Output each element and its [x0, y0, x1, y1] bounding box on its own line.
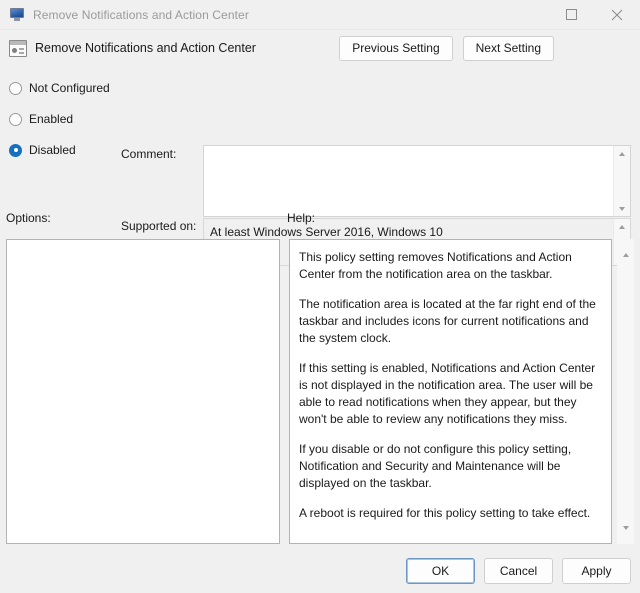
help-paragraph: This policy setting removes Notification… [299, 249, 600, 283]
radio-disabled-indicator[interactable] [9, 144, 22, 157]
supported-scroll-up-icon[interactable] [614, 219, 631, 234]
comment-scrollbar[interactable] [613, 146, 630, 216]
window-titlebar: Remove Notifications and Action Center [0, 0, 640, 30]
page-title: Remove Notifications and Action Center [35, 41, 256, 55]
radio-enabled-indicator[interactable] [9, 113, 22, 126]
close-icon [611, 9, 623, 21]
help-panel: This policy setting removes Notification… [289, 239, 612, 544]
close-button[interactable] [594, 0, 640, 30]
dialog-footer: OK Cancel Apply [0, 549, 640, 593]
radio-disabled-label: Disabled [29, 143, 76, 157]
help-scroll-down-icon[interactable] [623, 530, 629, 544]
help-paragraph: If this setting is enabled, Notification… [299, 360, 600, 428]
help-paragraph: A reboot is required for this policy set… [299, 505, 600, 522]
cancel-button[interactable]: Cancel [484, 558, 553, 584]
help-scrollbar[interactable] [617, 239, 634, 544]
policy-setting-icon [9, 40, 27, 57]
next-setting-button[interactable]: Next Setting [463, 36, 554, 61]
comment-label: Comment: [121, 147, 176, 161]
policy-header: Remove Notifications and Action Center P… [0, 30, 640, 66]
ok-button[interactable]: OK [406, 558, 475, 584]
comment-textbox[interactable] [203, 145, 631, 217]
help-paragraph: The notification area is located at the … [299, 296, 600, 347]
maximize-icon [566, 9, 577, 20]
help-label: Help: [287, 211, 315, 225]
help-paragraph: If you disable or do not configure this … [299, 441, 600, 492]
comment-input[interactable] [204, 146, 613, 216]
radio-enabled[interactable]: Enabled [9, 107, 179, 131]
radio-enabled-label: Enabled [29, 112, 73, 126]
settings-area: Not Configured Enabled Disabled Comment:… [0, 66, 640, 196]
monitor-icon [9, 7, 25, 23]
radio-not-configured-indicator[interactable] [9, 82, 22, 95]
radio-not-configured-label: Not Configured [29, 81, 110, 95]
maximize-button[interactable] [548, 0, 594, 30]
window-controls [548, 0, 640, 30]
window-title: Remove Notifications and Action Center [33, 8, 249, 22]
setting-nav-buttons: Previous Setting Next Setting [339, 36, 640, 61]
help-section: This policy setting removes Notification… [289, 239, 634, 544]
options-panel[interactable] [6, 239, 280, 544]
options-label: Options: [6, 211, 51, 225]
help-scroll-up-icon[interactable] [623, 239, 629, 253]
comment-scroll-up-icon[interactable] [614, 146, 631, 161]
radio-not-configured[interactable]: Not Configured [9, 76, 179, 100]
supported-on-label: Supported on: [121, 219, 196, 233]
previous-setting-button[interactable]: Previous Setting [339, 36, 452, 61]
comment-scroll-down-icon[interactable] [614, 201, 631, 216]
apply-button[interactable]: Apply [562, 558, 631, 584]
